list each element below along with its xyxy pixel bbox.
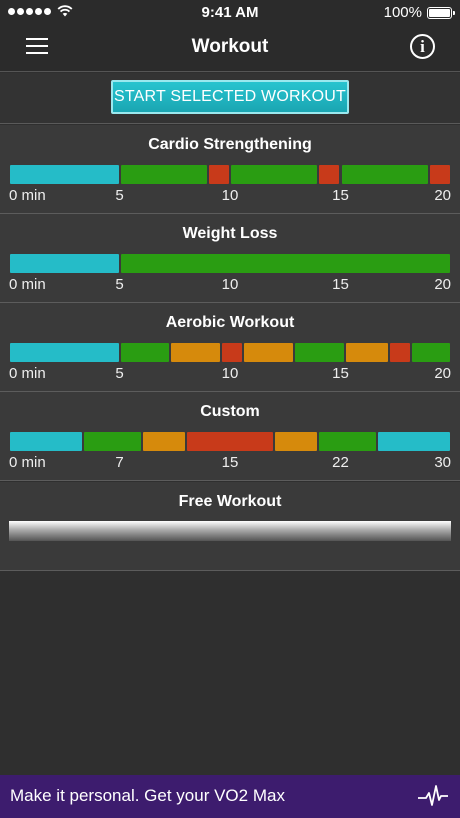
timeline-segment-red <box>222 343 243 362</box>
timeline-segment-cyan <box>10 343 119 362</box>
banner-text: Make it personal. Get your VO2 Max <box>10 786 285 805</box>
time-axis: 0 min 5 10 15 20 <box>9 187 451 205</box>
timeline-segment-red <box>390 343 411 362</box>
timeline-segment-orange <box>171 343 221 362</box>
workout-item-free[interactable]: Free Workout <box>0 482 460 571</box>
workout-name: Weight Loss <box>182 225 278 242</box>
timeline-segment-orange <box>345 343 389 362</box>
timeline-segment-orange <box>244 343 294 362</box>
time-axis: 0 min 5 10 15 20 <box>9 365 451 383</box>
time-axis: 0 min 7 15 22 30 <box>9 454 451 472</box>
workout-timeline-bar <box>9 343 451 362</box>
time-tick-label: 0 min <box>9 454 46 471</box>
time-tick-label: 0 min <box>9 365 46 382</box>
timeline-segment-green <box>295 343 344 362</box>
timeline-segment-green <box>341 165 428 184</box>
timeline-segment-green <box>120 165 207 184</box>
time-axis: 0 min 5 10 15 20 <box>9 276 451 294</box>
time-tick-label: 10 <box>221 187 239 204</box>
timeline-segment-orange <box>275 432 318 451</box>
start-area: START SELECTED WORKOUT <box>0 73 460 124</box>
time-tick-label: 7 <box>115 454 124 471</box>
pulse-icon <box>418 785 448 806</box>
time-tick-label: 15 <box>221 454 239 471</box>
time-tick-label: 10 <box>221 276 239 293</box>
timeline-segment-green <box>120 254 450 273</box>
workout-name: Cardio Strengthening <box>148 136 312 153</box>
workout-item[interactable]: Weight Loss 0 min 5 10 15 20 <box>0 214 460 303</box>
time-tick-label: 20 <box>434 365 451 382</box>
timeline-segment-red <box>208 165 229 184</box>
nav-bar: Workout i <box>0 24 460 72</box>
workout-item[interactable]: Custom 0 min 7 15 22 30 <box>0 392 460 481</box>
battery-icon <box>427 6 455 19</box>
timeline-segment-orange <box>142 432 185 451</box>
workout-name: Free Workout <box>178 493 282 510</box>
time-tick-label: 20 <box>434 187 451 204</box>
workout-item[interactable]: Cardio Strengthening 0 min 5 10 15 20 <box>0 125 460 214</box>
time-tick-label: 0 min <box>9 276 46 293</box>
time-tick-label: 5 <box>115 187 124 204</box>
workout-timeline-bar <box>9 165 451 184</box>
info-icon[interactable]: i <box>410 34 435 59</box>
vo2-max-banner[interactable]: Make it personal. Get your VO2 Max <box>0 775 460 818</box>
page-title: Workout <box>191 36 269 57</box>
timeline-segment-red <box>186 432 274 451</box>
workout-name: Custom <box>200 403 260 420</box>
status-bar: 9:41 AM 100% <box>0 0 460 24</box>
time-tick-label: 20 <box>434 276 451 293</box>
timeline-segment-green <box>83 432 141 451</box>
time-tick-label: 10 <box>221 365 239 382</box>
timeline-segment-cyan <box>10 432 82 451</box>
workout-timeline-bar <box>9 254 451 273</box>
timeline-segment-green <box>412 343 450 362</box>
time-tick-label: 0 min <box>9 187 46 204</box>
workout-name: Aerobic Workout <box>165 314 295 331</box>
battery-percent: 100% <box>383 4 422 21</box>
status-right: 100% <box>383 4 455 21</box>
time-tick-label: 30 <box>434 454 451 471</box>
free-workout-bar <box>9 521 451 541</box>
timeline-segment-red <box>429 165 450 184</box>
start-selected-workout-button[interactable]: START SELECTED WORKOUT <box>111 80 349 114</box>
time-tick-label: 15 <box>332 365 349 382</box>
timeline-segment-cyan <box>378 432 450 451</box>
timeline-segment-cyan <box>10 165 119 184</box>
workout-timeline-bar <box>9 432 451 451</box>
time-tick-label: 5 <box>115 365 124 382</box>
timeline-segment-green <box>120 343 170 362</box>
time-tick-label: 5 <box>115 276 124 293</box>
timeline-segment-red <box>319 165 340 184</box>
time-tick-label: 22 <box>332 454 349 471</box>
time-tick-label: 15 <box>332 276 349 293</box>
timeline-segment-cyan <box>10 254 119 273</box>
workout-item[interactable]: Aerobic Workout 0 min 5 10 15 20 <box>0 303 460 392</box>
timeline-segment-green <box>231 165 318 184</box>
timeline-segment-green <box>319 432 377 451</box>
time-tick-label: 15 <box>332 187 349 204</box>
